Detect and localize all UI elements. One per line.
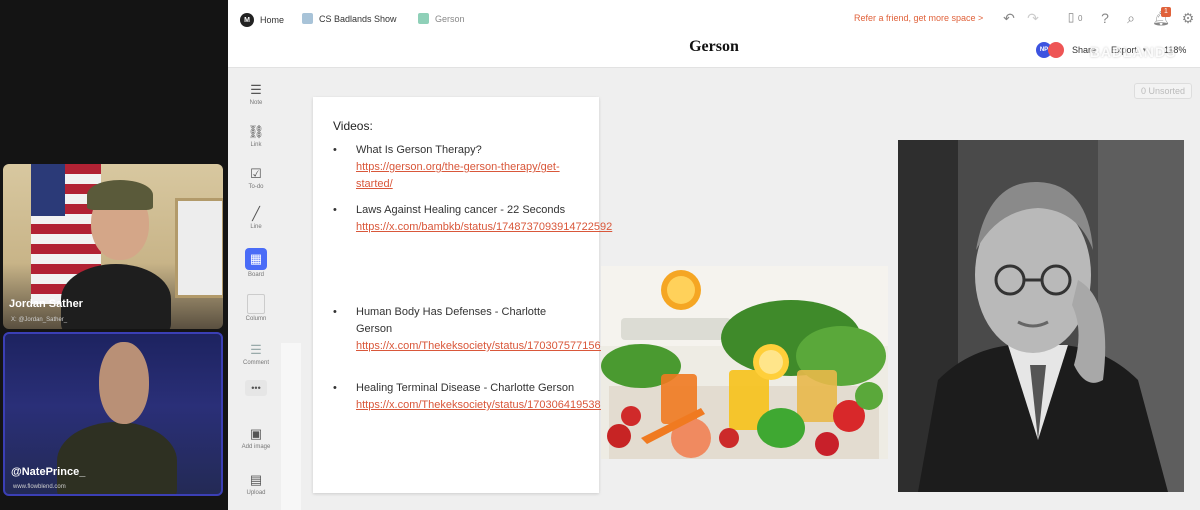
line-icon: ╱ bbox=[252, 206, 260, 221]
tool-board[interactable]: ▦ Board bbox=[236, 248, 276, 278]
video-link[interactable]: https://x.com/bambkb/status/174873709391… bbox=[356, 219, 612, 236]
tool-label: Comment bbox=[242, 360, 269, 366]
list-item: • What Is Gerson Therapy? https://gerson… bbox=[333, 142, 583, 193]
undo-icon[interactable]: ↶ bbox=[1000, 10, 1018, 27]
guest-site: www.flowblend.com bbox=[13, 484, 66, 490]
notification-badge: 1 bbox=[1161, 7, 1171, 17]
breadcrumb-board[interactable]: CS Badlands Show bbox=[302, 13, 397, 24]
stream-overlay: Jordan Sather X: @Jordan_Sather_ @NatePr… bbox=[0, 0, 228, 510]
video-title: Healing Terminal Disease - Charlotte Ger… bbox=[356, 382, 575, 394]
breadcrumb-home-label: Home bbox=[260, 15, 285, 25]
todo-icon: ☑ bbox=[250, 166, 262, 181]
board-app: M Home CS Badlands Show Gerson Refer a f… bbox=[228, 0, 1200, 510]
list-item: • Human Body Has Defenses - Charlotte Ge… bbox=[333, 304, 643, 355]
tool-label: Upload bbox=[246, 490, 266, 496]
host-body bbox=[61, 264, 171, 329]
breadcrumb-current[interactable]: Gerson bbox=[418, 13, 465, 24]
note-card[interactable]: Videos: • What Is Gerson Therapy? https:… bbox=[313, 97, 643, 493]
show-watermark: BADLANDS bbox=[1089, 44, 1177, 60]
board-color-icon bbox=[418, 13, 429, 24]
board-color-icon bbox=[302, 13, 313, 24]
comment-icon: ☰ bbox=[250, 342, 262, 357]
redo-icon[interactable]: ↷ bbox=[1024, 10, 1042, 27]
tool-add-image[interactable]: ▣ Add image bbox=[236, 426, 276, 450]
list-item: • Laws Against Healing cancer - 22 Secon… bbox=[333, 202, 612, 236]
tool-line[interactable]: ╱ Line bbox=[236, 206, 276, 230]
breadcrumb-home[interactable]: M Home bbox=[240, 13, 284, 27]
host-cap bbox=[87, 180, 153, 210]
host-name: Jordan Sather bbox=[9, 298, 83, 310]
breadcrumb-board-label: CS Badlands Show bbox=[319, 13, 397, 24]
tool-todo[interactable]: ☑ To-do bbox=[236, 166, 276, 190]
guest-body bbox=[57, 422, 177, 494]
produce-illustration bbox=[601, 266, 888, 459]
breadcrumb-current-label: Gerson bbox=[435, 13, 465, 24]
tool-link[interactable]: ⛓ Link bbox=[236, 124, 276, 148]
webcam-feed-2: @NatePrince_ www.flowblend.com bbox=[3, 332, 223, 496]
unsorted-button[interactable]: 0 Unsorted bbox=[1134, 83, 1193, 99]
avatar-second[interactable] bbox=[1048, 42, 1064, 58]
tool-label: Column bbox=[245, 316, 267, 322]
tool-label: Note bbox=[249, 100, 263, 106]
tool-label: Add image bbox=[241, 444, 271, 450]
top-bar: M Home CS Badlands Show Gerson Refer a f… bbox=[228, 0, 1200, 68]
guest-head bbox=[99, 342, 149, 424]
tool-label: Link bbox=[250, 142, 262, 148]
link-icon: ⛓ bbox=[247, 124, 265, 139]
upload-icon: ▤ bbox=[249, 472, 263, 487]
note-heading: Videos: bbox=[333, 119, 373, 133]
guest-name: @NatePrince_ bbox=[11, 466, 86, 478]
scrollbar[interactable] bbox=[281, 343, 301, 510]
home-icon: M bbox=[240, 13, 254, 27]
video-title: Human Body Has Defenses - Charlotte Gers… bbox=[356, 306, 547, 335]
host-handle: X: @Jordan_Sather_ bbox=[11, 317, 68, 323]
refer-friend-link[interactable]: Refer a friend, get more space > bbox=[854, 13, 983, 23]
more-icon: ••• bbox=[245, 380, 267, 396]
list-item: • Healing Terminal Disease - Charlotte G… bbox=[333, 380, 643, 414]
video-link[interactable]: https://x.com/Thekeksociety/status/17030… bbox=[356, 338, 643, 355]
image-icon: ▣ bbox=[249, 426, 263, 441]
tool-label: Board bbox=[247, 272, 264, 278]
tool-label: Line bbox=[250, 224, 262, 230]
portrait-photo[interactable] bbox=[898, 140, 1184, 492]
tool-upload[interactable]: ▤ Upload bbox=[236, 472, 276, 496]
tool-more[interactable]: ••• bbox=[236, 380, 276, 396]
webcam-feed-1: Jordan Sather X: @Jordan_Sather_ bbox=[3, 164, 223, 329]
whiteboard-backdrop bbox=[175, 198, 223, 298]
board-icon: ▦ bbox=[245, 248, 267, 270]
video-title: Laws Against Healing cancer - 22 Seconds bbox=[356, 204, 566, 216]
video-link[interactable]: https://x.com/Thekeksociety/status/17030… bbox=[356, 397, 643, 414]
tool-note[interactable]: ☰ Note bbox=[236, 82, 276, 106]
video-title: What Is Gerson Therapy? bbox=[356, 144, 482, 156]
tool-column[interactable]: Column bbox=[236, 294, 276, 322]
tool-label: To-do bbox=[248, 184, 264, 190]
tool-comment[interactable]: ☰ Comment bbox=[236, 342, 276, 366]
video-link[interactable]: https://gerson.org/the-gerson-therapy/ge… bbox=[356, 159, 583, 193]
note-icon: ☰ bbox=[250, 82, 262, 97]
column-icon bbox=[247, 294, 265, 314]
produce-photo[interactable] bbox=[601, 266, 888, 459]
portrait-illustration bbox=[898, 140, 1184, 492]
